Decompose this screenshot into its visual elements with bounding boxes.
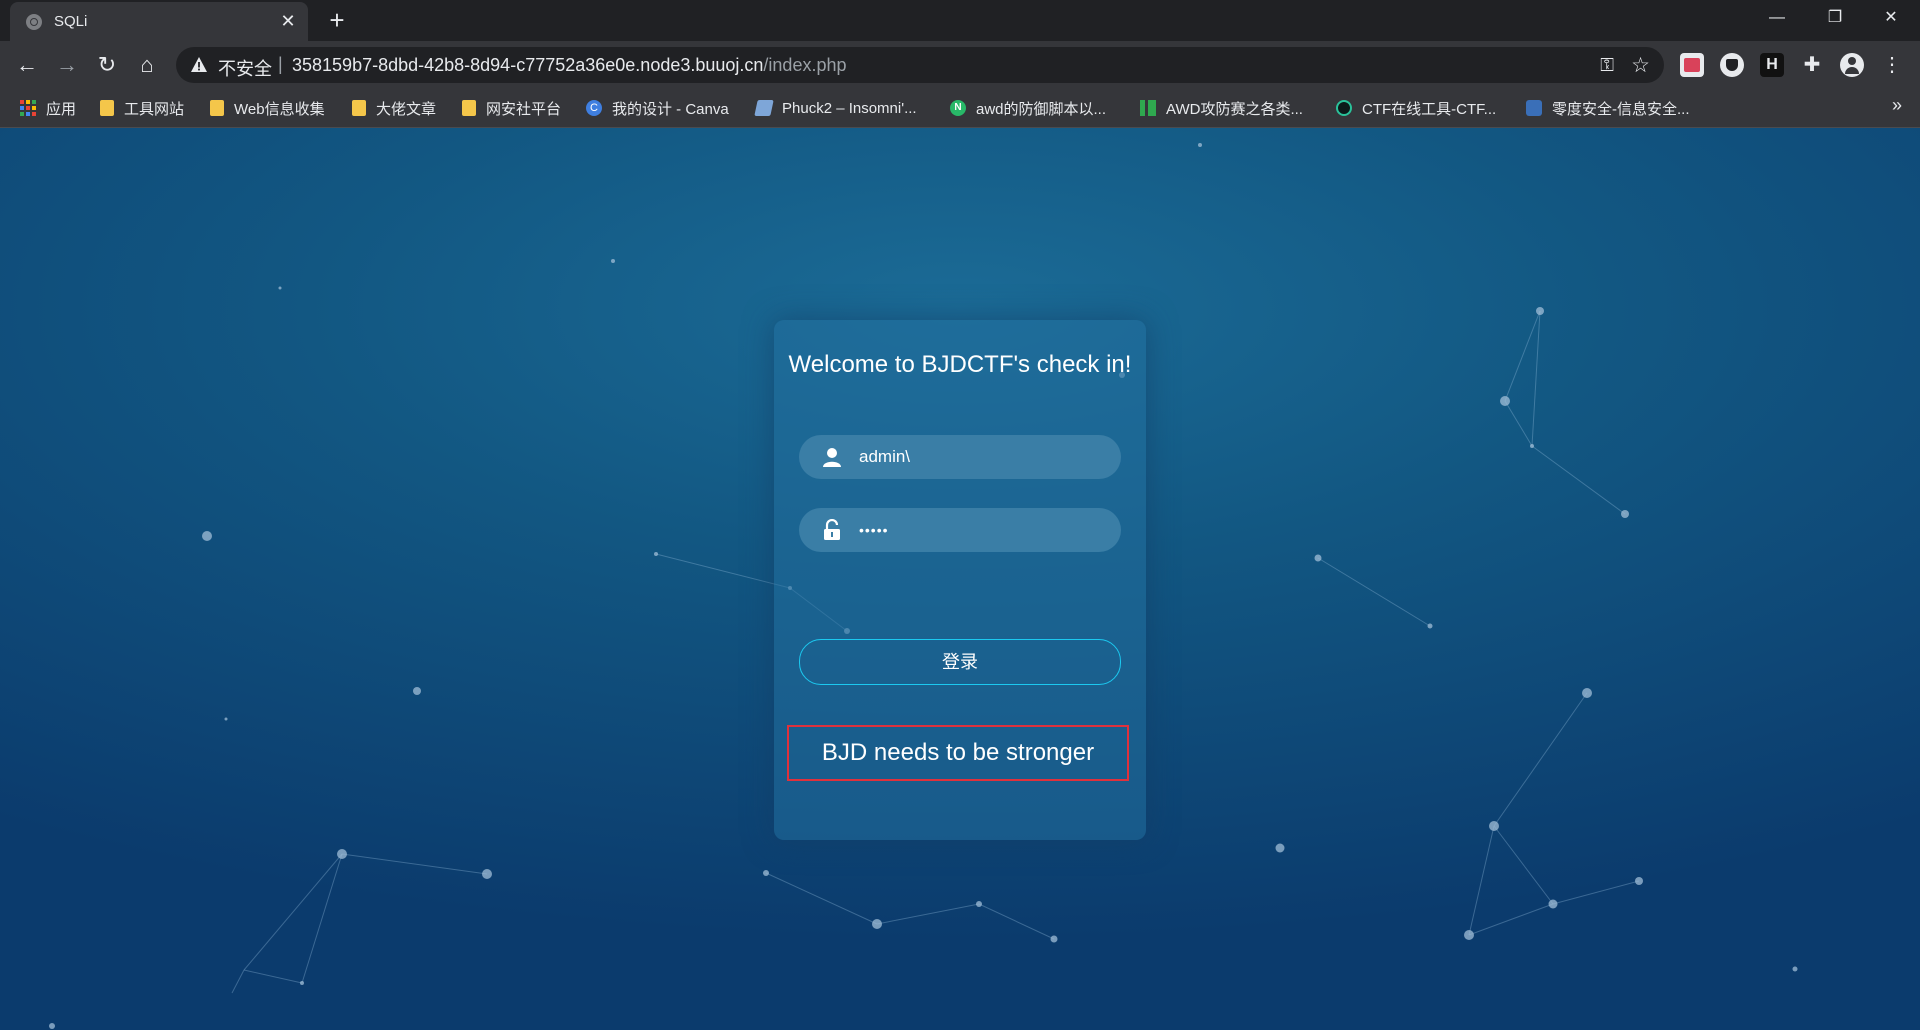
result-message: BJD needs to be stronger	[787, 725, 1129, 781]
apps-grid-icon	[20, 100, 36, 116]
globe-icon	[26, 14, 42, 30]
bookmark-label: 我的设计 - Canva	[612, 100, 729, 118]
bookmark-star-icon[interactable]: ☆	[1631, 53, 1650, 78]
bookmark-zero-security[interactable]: 零度安全-信息安全...	[1526, 97, 1690, 119]
password-field[interactable]: •••••	[799, 508, 1121, 552]
welcome-heading: Welcome to BJDCTF's check in!	[788, 351, 1132, 378]
dark-circle-icon	[1336, 100, 1352, 116]
green-bars-icon	[1140, 100, 1156, 116]
home-button[interactable]: ⌂	[133, 51, 161, 79]
bookmark-awd-attack[interactable]: AWD攻防赛之各类...	[1140, 97, 1303, 119]
bookmark-label: Web信息收集	[234, 100, 325, 118]
url-text[interactable]: 358159b7-8dbd-42b8-8d94-c77752a36e0e.nod…	[292, 55, 847, 76]
bookmark-canva[interactable]: C 我的设计 - Canva	[586, 97, 729, 119]
canva-icon: C	[586, 100, 602, 116]
bookmark-label: 应用	[46, 100, 77, 118]
profile-avatar-icon[interactable]	[1840, 53, 1864, 77]
bookmarks-overflow-icon[interactable]: »	[1892, 95, 1902, 116]
key-icon[interactable]: ⚿	[1600, 55, 1614, 76]
bookmarks-bar: 应用 工具网站 Web信息收集 大佬文章 网安社平台 C 我的设计 - Canv…	[0, 89, 1920, 128]
bookmark-label: awd的防御脚本以...	[976, 100, 1107, 118]
bookmark-ctf-tools[interactable]: CTF在线工具-CTF...	[1336, 97, 1496, 119]
extensions-puzzle-icon[interactable]: ✚	[1800, 53, 1824, 77]
extension-shield-icon[interactable]	[1720, 53, 1744, 77]
back-button[interactable]: ←	[13, 51, 41, 79]
bookmark-folder-platform[interactable]: 网安社平台	[462, 97, 561, 119]
n-icon: N	[950, 100, 966, 116]
bookmark-folder-articles[interactable]: 大佬文章	[352, 97, 436, 119]
extension-h-icon[interactable]: H	[1760, 53, 1784, 77]
bookmark-label: AWD攻防赛之各类...	[1166, 100, 1303, 118]
menu-kebab-icon[interactable]: ⋮	[1880, 53, 1904, 77]
forward-button[interactable]: →	[53, 51, 81, 79]
bookmark-apps[interactable]: 应用	[20, 97, 76, 119]
user-icon	[823, 448, 841, 467]
page-icon	[754, 100, 774, 116]
bookmark-folder-web-info[interactable]: Web信息收集	[210, 97, 325, 119]
address-bar[interactable]: 不安全 | 358159b7-8dbd-42b8-8d94-c77752a36e…	[176, 47, 1664, 83]
close-window-button[interactable]: ✕	[1866, 0, 1916, 41]
tab-title: SQLi	[54, 13, 88, 30]
login-card: Welcome to BJDCTF's check in! admin\ •••…	[774, 320, 1146, 840]
reload-button[interactable]: ↻	[93, 51, 121, 79]
security-label[interactable]: 不安全	[218, 55, 272, 81]
url-host: 358159b7-8dbd-42b8-8d94-c77752a36e0e.nod…	[292, 55, 764, 75]
login-button[interactable]: 登录	[799, 639, 1121, 685]
folder-icon	[210, 100, 224, 116]
browser-toolbar: ← → ↻ ⌂ 不安全 | 358159b7-8dbd-42b8-8d94-c7…	[0, 41, 1920, 89]
password-value: •••••	[859, 522, 889, 538]
bookmark-folder-tools[interactable]: 工具网站	[100, 97, 184, 119]
folder-icon	[352, 100, 366, 116]
restore-button[interactable]: ❐	[1810, 0, 1860, 41]
bookmark-label: Phuck2 – Insomni'...	[782, 99, 917, 117]
zero-security-icon	[1526, 100, 1542, 116]
tab-strip: SQLi ✕ + — ❐ ✕	[0, 0, 1920, 41]
lock-icon	[824, 519, 840, 540]
username-field[interactable]: admin\	[799, 435, 1121, 479]
folder-icon	[462, 100, 476, 116]
bookmark-label: 工具网站	[124, 100, 185, 118]
folder-icon	[100, 100, 114, 116]
new-tab-button[interactable]: +	[324, 7, 350, 34]
bookmark-label: 网安社平台	[486, 100, 562, 118]
bookmark-label: 零度安全-信息安全...	[1552, 100, 1690, 118]
username-value: admin\	[859, 447, 911, 466]
bookmark-awd-defense[interactable]: N awd的防御脚本以...	[950, 97, 1106, 119]
tab-close-icon[interactable]: ✕	[278, 11, 298, 31]
bookmark-label: CTF在线工具-CTF...	[1362, 100, 1497, 118]
url-path: /index.php	[763, 55, 847, 75]
bookmark-label: 大佬文章	[376, 100, 437, 118]
warning-icon	[191, 57, 207, 72]
address-separator: |	[278, 54, 283, 74]
browser-tab[interactable]: SQLi ✕	[10, 2, 308, 41]
extension-flag-icon[interactable]	[1680, 53, 1704, 77]
bookmark-phuck2[interactable]: Phuck2 – Insomni'...	[754, 97, 917, 119]
minimize-button[interactable]: —	[1752, 0, 1802, 41]
page-content: Welcome to BJDCTF's check in! admin\ •••…	[0, 128, 1920, 1030]
